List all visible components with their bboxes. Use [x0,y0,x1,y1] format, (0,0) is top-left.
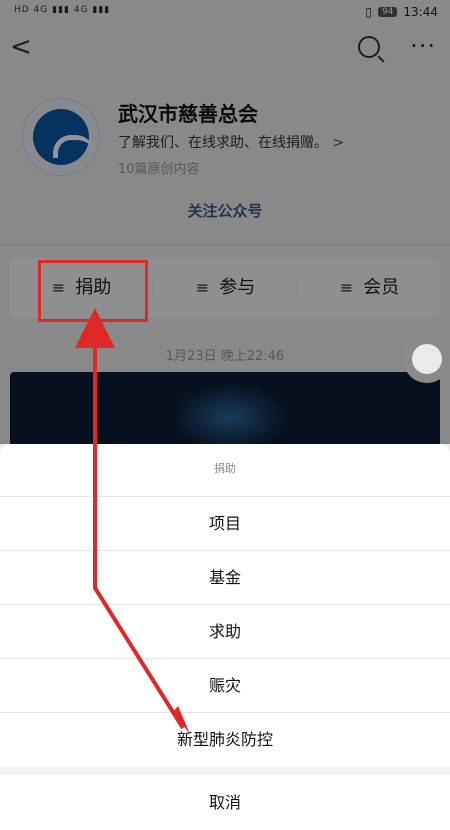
annotation-arrow-line [75,308,185,730]
annotation-arrow [75,308,190,734]
annotation-arrow-tail [173,706,190,734]
